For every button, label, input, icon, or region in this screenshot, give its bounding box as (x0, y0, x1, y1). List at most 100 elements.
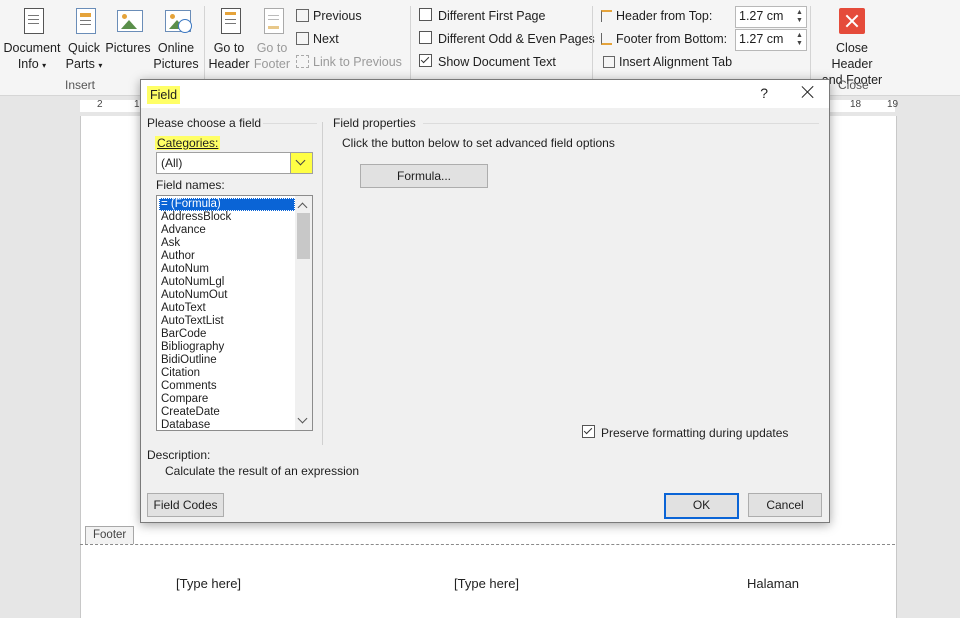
list-item[interactable]: CreateDate (159, 406, 295, 419)
list-item[interactable]: Compare (159, 393, 295, 406)
list-item[interactable]: Citation (159, 367, 295, 380)
header-from-top-label: Header from Top: (601, 6, 712, 26)
dropdown-arrow-icon: ▾ (42, 61, 47, 70)
checkbox-checked-icon (419, 54, 432, 67)
list-scrollbar[interactable] (295, 196, 312, 430)
close-icon[interactable] (799, 83, 817, 101)
scroll-down-icon[interactable] (297, 413, 308, 424)
list-item[interactable]: = (Formula) (159, 198, 295, 211)
scroll-up-icon[interactable] (297, 202, 308, 213)
footer-tab: Footer (85, 526, 135, 544)
header-from-top-spinner[interactable]: 1.27 cm ▲ ▼ (735, 6, 807, 28)
footer-position-icon (601, 33, 612, 45)
close-group-label: Close (838, 78, 869, 92)
previous-icon (296, 9, 309, 22)
dialog-title: Field (147, 86, 181, 104)
footer-center-placeholder[interactable]: [Type here] (454, 576, 519, 591)
insert-alignment-tab-button[interactable]: Insert Alignment Tab (603, 52, 732, 72)
link-icon (296, 55, 309, 68)
list-item[interactable]: AutoNum (159, 263, 295, 276)
list-item[interactable]: AddressBlock (159, 211, 295, 224)
group-line (263, 123, 317, 124)
ruler-mark: 18 (850, 99, 862, 110)
scroll-thumb[interactable] (297, 213, 310, 259)
footer-left-placeholder[interactable]: [Type here] (176, 576, 241, 591)
header-position-icon (601, 10, 612, 22)
list-item[interactable]: Author (159, 250, 295, 263)
ruler-mark: 1 (134, 99, 140, 110)
field-names-label: Field names: (156, 178, 225, 192)
checkbox-icon (419, 8, 432, 21)
dialog-titlebar (141, 80, 829, 108)
ruler-mark: 19 (887, 99, 899, 110)
preserve-formatting-checkbox[interactable]: Preserve formatting during updates (582, 425, 788, 440)
document-info-icon (17, 6, 47, 38)
chevron-down-icon[interactable] (290, 152, 313, 174)
list-item[interactable]: Database (159, 419, 295, 430)
next-button[interactable]: Next (296, 29, 339, 49)
previous-button[interactable]: Previous (296, 6, 362, 26)
list-item[interactable]: AutoTextList (159, 315, 295, 328)
group-separator (410, 6, 411, 90)
link-to-previous-button[interactable]: Link to Previous (296, 52, 402, 72)
ruler-mark: 2 (97, 99, 103, 110)
document-info-button[interactable]: Document Info ▾ (2, 6, 62, 74)
field-codes-button[interactable]: Field Codes (147, 493, 224, 517)
group-line (423, 123, 819, 124)
list-item[interactable]: Ask (159, 237, 295, 250)
field-dialog: Field ? Please choose a field Categories… (140, 79, 830, 523)
footer-from-bottom-label: Footer from Bottom: (601, 29, 727, 49)
close-header-footer-button[interactable]: Close Header and Footer (815, 6, 889, 88)
spin-up-icon[interactable]: ▲ (795, 32, 804, 40)
categories-label: Categories: (155, 136, 221, 150)
different-first-page-checkbox[interactable]: Different First Page (419, 6, 545, 26)
go-to-header-button[interactable]: Go to Header (208, 6, 250, 72)
description-label: Description: (147, 448, 211, 462)
go-to-header-icon (214, 6, 244, 38)
pictures-button[interactable]: Pictures (104, 6, 152, 56)
cancel-button[interactable]: Cancel (748, 493, 822, 517)
go-to-footer-icon (257, 6, 287, 38)
footer-right-text[interactable]: Halaman (747, 576, 799, 591)
choose-field-group-title: Please choose a field (147, 116, 262, 130)
ok-button[interactable]: OK (664, 493, 739, 519)
online-pictures-icon (161, 6, 192, 38)
field-properties-hint: Click the button below to set advanced f… (342, 136, 615, 150)
list-item[interactable]: AutoNumOut (159, 289, 295, 302)
quick-parts-icon (69, 6, 99, 38)
footer-from-bottom-spinner[interactable]: 1.27 cm ▲ ▼ (735, 29, 807, 51)
dialog-divider (322, 122, 323, 445)
spin-down-icon[interactable]: ▼ (795, 40, 804, 48)
go-to-footer-button[interactable]: Go to Footer (251, 6, 293, 72)
group-separator (810, 6, 811, 90)
field-properties-title: Field properties (333, 116, 416, 130)
group-separator (592, 6, 593, 90)
help-button[interactable]: ? (760, 85, 768, 101)
list-item[interactable]: Bibliography (159, 341, 295, 354)
categories-dropdown[interactable]: (All) (156, 152, 313, 174)
checkbox-checked-icon (582, 425, 595, 438)
description-text: Calculate the result of an expression (165, 464, 360, 478)
list-item[interactable]: Comments (159, 380, 295, 393)
footer-boundary (80, 544, 895, 545)
dropdown-arrow-icon: ▾ (98, 61, 103, 70)
list-item[interactable]: Advance (159, 224, 295, 237)
insert-group-label: Insert (65, 78, 96, 92)
field-names-list[interactable]: = (Formula) AddressBlock Advance Ask Aut… (156, 195, 313, 431)
close-icon (828, 6, 876, 38)
spin-down-icon[interactable]: ▼ (795, 17, 804, 25)
show-document-text-checkbox[interactable]: Show Document Text (419, 52, 556, 72)
list-item[interactable]: AutoText (159, 302, 295, 315)
quick-parts-button[interactable]: Quick Parts ▾ (64, 6, 104, 74)
group-separator (204, 6, 205, 90)
spin-up-icon[interactable]: ▲ (795, 9, 804, 17)
formula-button[interactable]: Formula... (360, 164, 488, 188)
list-item[interactable]: BidiOutline (159, 354, 295, 367)
next-icon (296, 32, 309, 45)
list-item[interactable]: AutoNumLgl (159, 276, 295, 289)
different-odd-even-checkbox[interactable]: Different Odd & Even Pages (419, 29, 595, 49)
list-item[interactable]: BarCode (159, 328, 295, 341)
pictures-icon (113, 6, 143, 38)
alignment-tab-icon (603, 56, 615, 68)
online-pictures-button[interactable]: Online Pictures (152, 6, 200, 72)
